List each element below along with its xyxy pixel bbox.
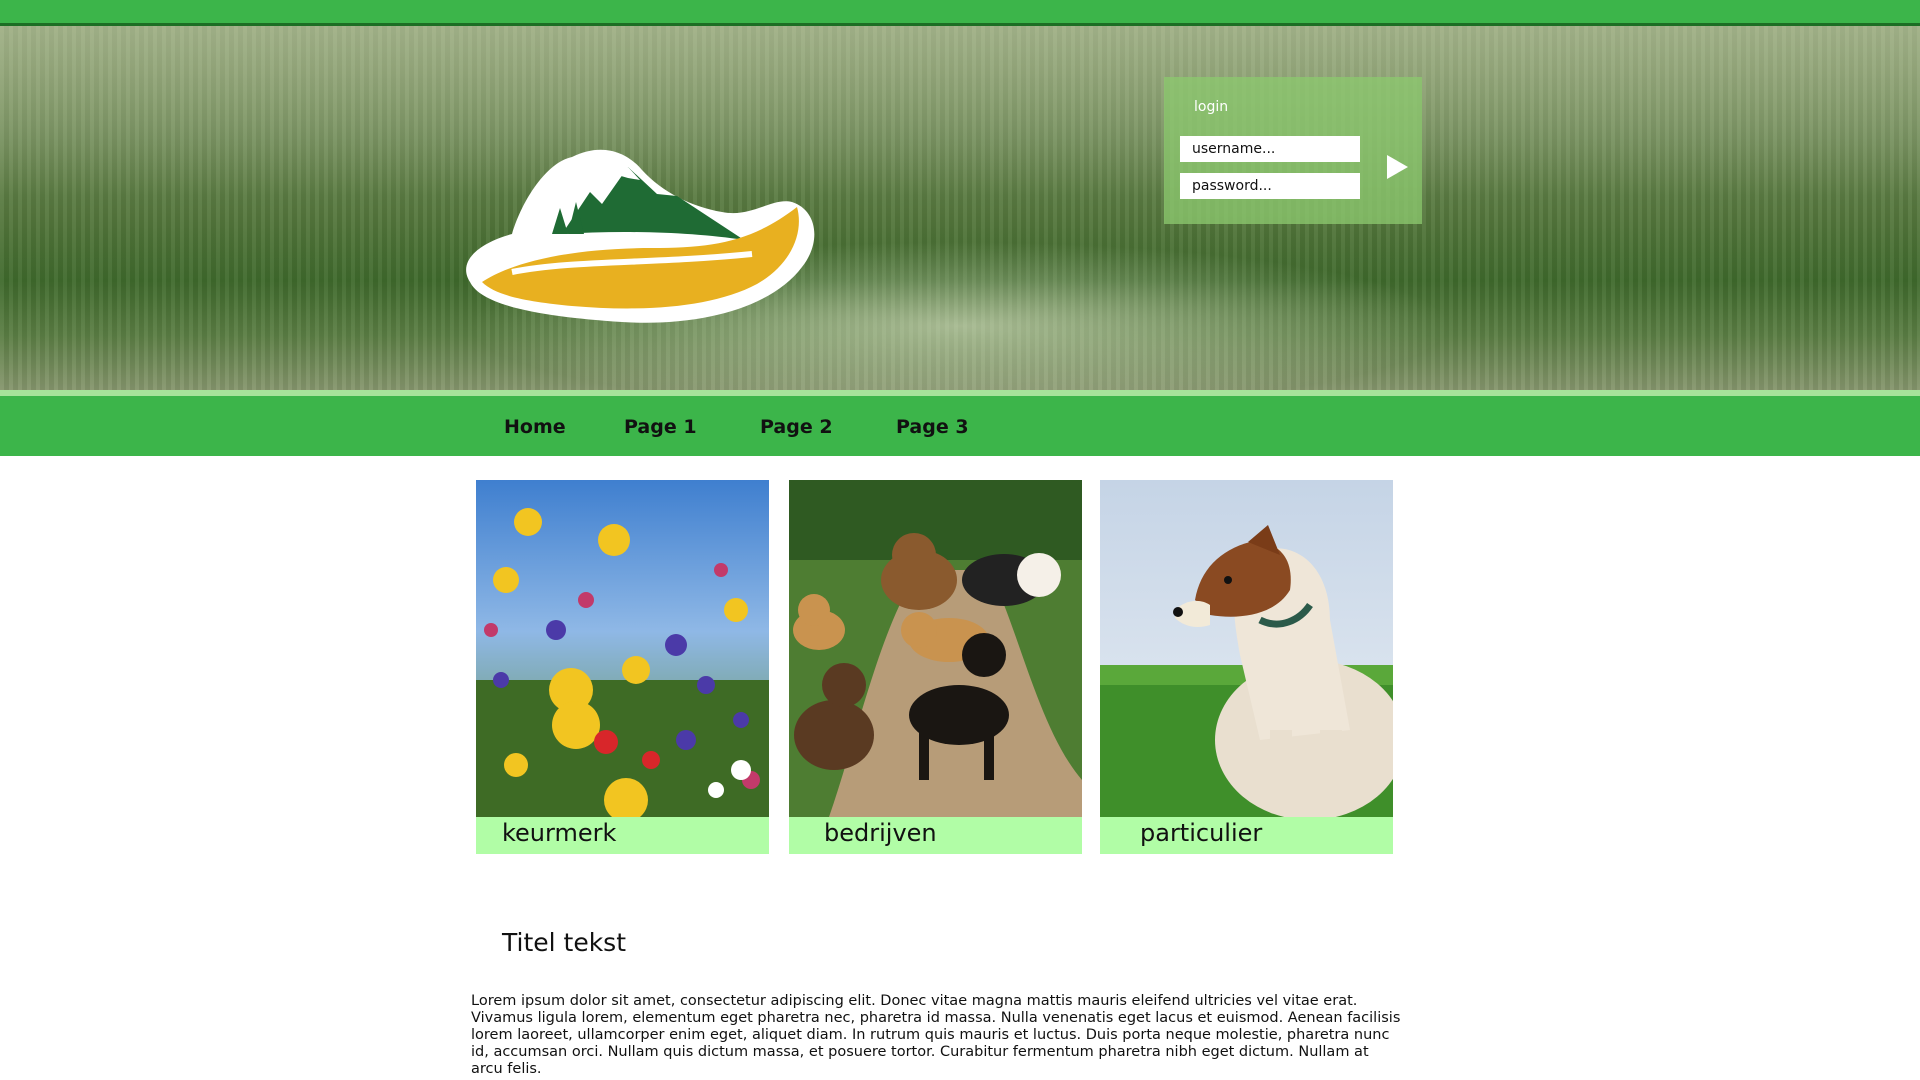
wildflower-image	[476, 480, 769, 817]
top-bar	[0, 0, 1920, 26]
site-logo[interactable]	[452, 122, 832, 342]
dogs-image	[789, 480, 1082, 817]
nav-home[interactable]: Home	[504, 416, 566, 438]
content-title: Titel tekst	[502, 928, 627, 957]
login-panel: login	[1164, 77, 1422, 224]
nav-page-2[interactable]: Page 2	[760, 416, 833, 438]
card-keurmerk[interactable]: keurmerk	[476, 480, 769, 854]
main-nav: Home Page 1 Page 2 Page 3	[0, 396, 1920, 456]
nav-page-3[interactable]: Page 3	[896, 416, 969, 438]
content-body: Lorem ipsum dolor sit amet, consectetur …	[471, 993, 1401, 1077]
banner-haze	[0, 26, 1920, 196]
password-input[interactable]	[1180, 173, 1360, 199]
header-banner: login	[0, 26, 1920, 390]
login-title: login	[1194, 99, 1229, 115]
username-input[interactable]	[1180, 136, 1360, 162]
card-keurmerk-label: keurmerk	[476, 817, 769, 854]
login-submit-arrow-icon[interactable]	[1384, 153, 1410, 181]
card-particulier[interactable]: particulier	[1100, 480, 1393, 854]
terrier-image	[1100, 480, 1393, 817]
nav-page-1[interactable]: Page 1	[624, 416, 697, 438]
card-bedrijven-label: bedrijven	[789, 817, 1082, 854]
card-particulier-label: particulier	[1100, 817, 1393, 854]
card-bedrijven[interactable]: bedrijven	[789, 480, 1082, 854]
